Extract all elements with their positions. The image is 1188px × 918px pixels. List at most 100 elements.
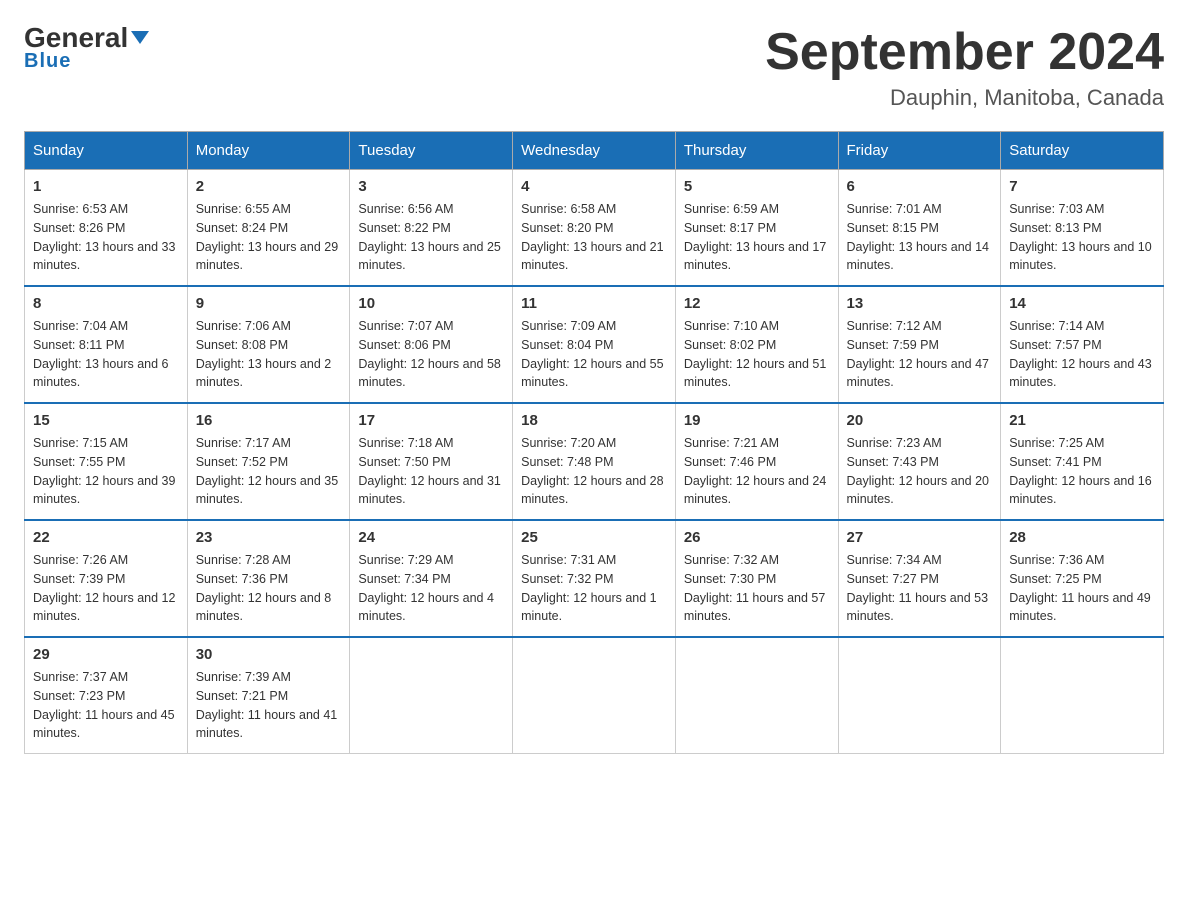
- title-block: September 2024 Dauphin, Manitoba, Canada: [765, 24, 1164, 111]
- table-row: 23 Sunrise: 7:28 AMSunset: 7:36 PMDayligh…: [187, 520, 350, 637]
- day-info: Sunrise: 7:39 AMSunset: 7:21 PMDaylight:…: [196, 668, 342, 743]
- day-info: Sunrise: 7:01 AMSunset: 8:15 PMDaylight:…: [847, 200, 993, 275]
- page-header: General Blue September 2024 Dauphin, Man…: [24, 24, 1164, 111]
- day-number: 23: [196, 529, 342, 546]
- day-info: Sunrise: 7:14 AMSunset: 7:57 PMDaylight:…: [1009, 317, 1155, 392]
- day-number: 27: [847, 529, 993, 546]
- calendar-table: Sunday Monday Tuesday Wednesday Thursday…: [24, 131, 1164, 754]
- header-friday: Friday: [838, 132, 1001, 170]
- calendar-week-row: 8 Sunrise: 7:04 AMSunset: 8:11 PMDaylight…: [25, 286, 1164, 403]
- table-row: [513, 637, 676, 754]
- table-row: 16 Sunrise: 7:17 AMSunset: 7:52 PMDayligh…: [187, 403, 350, 520]
- day-number: 12: [684, 295, 830, 312]
- day-number: 8: [33, 295, 179, 312]
- day-number: 26: [684, 529, 830, 546]
- day-number: 21: [1009, 412, 1155, 429]
- day-info: Sunrise: 7:21 AMSunset: 7:46 PMDaylight:…: [684, 434, 830, 509]
- table-row: 18Sunrise: 7:20 AMSunset: 7:48 PMDayligh…: [513, 403, 676, 520]
- day-info: Sunrise: 7:25 AMSunset: 7:41 PMDaylight:…: [1009, 434, 1155, 509]
- day-info: Sunrise: 7:23 AMSunset: 7:43 PMDaylight:…: [847, 434, 993, 509]
- table-row: 22 Sunrise: 7:26 AMSunset: 7:39 PMDayligh…: [25, 520, 188, 637]
- day-number: 25: [521, 529, 667, 546]
- day-number: 29: [33, 646, 179, 663]
- day-info: Sunrise: 7:28 AMSunset: 7:36 PMDaylight:…: [196, 551, 342, 626]
- day-info: Sunrise: 6:56 AMSunset: 8:22 PMDaylight:…: [358, 200, 504, 275]
- calendar-week-row: 29 Sunrise: 7:37 AMSunset: 7:23 PMDayligh…: [25, 637, 1164, 754]
- table-row: 24 Sunrise: 7:29 AMSunset: 7:34 PMDayligh…: [350, 520, 513, 637]
- logo-blue-text: Blue: [24, 50, 71, 73]
- day-info: Sunrise: 7:15 AMSunset: 7:55 PMDaylight:…: [33, 434, 179, 509]
- table-row: [1001, 637, 1164, 754]
- day-number: 28: [1009, 529, 1155, 546]
- day-number: 19: [684, 412, 830, 429]
- day-number: 11: [521, 295, 667, 312]
- day-info: Sunrise: 7:17 AMSunset: 7:52 PMDaylight:…: [196, 434, 342, 509]
- table-row: 15 Sunrise: 7:15 AMSunset: 7:55 PMDayligh…: [25, 403, 188, 520]
- table-row: 21 Sunrise: 7:25 AMSunset: 7:41 PMDayligh…: [1001, 403, 1164, 520]
- table-row: [350, 637, 513, 754]
- day-number: 13: [847, 295, 993, 312]
- table-row: 12 Sunrise: 7:10 AMSunset: 8:02 PMDayligh…: [675, 286, 838, 403]
- day-info: Sunrise: 6:58 AMSunset: 8:20 PMDaylight:…: [521, 200, 667, 275]
- day-number: 14: [1009, 295, 1155, 312]
- table-row: 8 Sunrise: 7:04 AMSunset: 8:11 PMDaylight…: [25, 286, 188, 403]
- day-number: 10: [358, 295, 504, 312]
- day-info: Sunrise: 7:34 AMSunset: 7:27 PMDaylight:…: [847, 551, 993, 626]
- header-tuesday: Tuesday: [350, 132, 513, 170]
- day-number: 2: [196, 178, 342, 195]
- table-row: 19 Sunrise: 7:21 AMSunset: 7:46 PMDayligh…: [675, 403, 838, 520]
- table-row: [838, 637, 1001, 754]
- day-number: 16: [196, 412, 342, 429]
- table-row: 20 Sunrise: 7:23 AMSunset: 7:43 PMDayligh…: [838, 403, 1001, 520]
- table-row: [675, 637, 838, 754]
- day-info: Sunrise: 7:10 AMSunset: 8:02 PMDaylight:…: [684, 317, 830, 392]
- day-info: Sunrise: 7:18 AMSunset: 7:50 PMDaylight:…: [358, 434, 504, 509]
- table-row: 9Sunrise: 7:06 AMSunset: 8:08 PMDaylight…: [187, 286, 350, 403]
- header-monday: Monday: [187, 132, 350, 170]
- day-info: Sunrise: 7:07 AMSunset: 8:06 PMDaylight:…: [358, 317, 504, 392]
- day-info: Sunrise: 6:55 AMSunset: 8:24 PMDaylight:…: [196, 200, 342, 275]
- month-title: September 2024: [765, 24, 1164, 81]
- table-row: 4Sunrise: 6:58 AMSunset: 8:20 PMDaylight…: [513, 170, 676, 287]
- table-row: 6 Sunrise: 7:01 AMSunset: 8:15 PMDaylight…: [838, 170, 1001, 287]
- location-title: Dauphin, Manitoba, Canada: [765, 85, 1164, 111]
- table-row: 2 Sunrise: 6:55 AMSunset: 8:24 PMDaylight…: [187, 170, 350, 287]
- table-row: 17Sunrise: 7:18 AMSunset: 7:50 PMDayligh…: [350, 403, 513, 520]
- table-row: 25Sunrise: 7:31 AMSunset: 7:32 PMDayligh…: [513, 520, 676, 637]
- calendar-week-row: 22 Sunrise: 7:26 AMSunset: 7:39 PMDayligh…: [25, 520, 1164, 637]
- day-number: 20: [847, 412, 993, 429]
- day-number: 15: [33, 412, 179, 429]
- logo-general-text: General: [24, 24, 149, 52]
- day-number: 7: [1009, 178, 1155, 195]
- day-info: Sunrise: 7:26 AMSunset: 7:39 PMDaylight:…: [33, 551, 179, 626]
- day-number: 6: [847, 178, 993, 195]
- day-info: Sunrise: 7:29 AMSunset: 7:34 PMDaylight:…: [358, 551, 504, 626]
- calendar-week-row: 1 Sunrise: 6:53 AMSunset: 8:26 PMDaylight…: [25, 170, 1164, 287]
- table-row: 30 Sunrise: 7:39 AMSunset: 7:21 PMDayligh…: [187, 637, 350, 754]
- day-number: 5: [684, 178, 830, 195]
- day-number: 1: [33, 178, 179, 195]
- day-number: 30: [196, 646, 342, 663]
- table-row: 1 Sunrise: 6:53 AMSunset: 8:26 PMDaylight…: [25, 170, 188, 287]
- day-info: Sunrise: 6:53 AMSunset: 8:26 PMDaylight:…: [33, 200, 179, 275]
- day-info: Sunrise: 6:59 AMSunset: 8:17 PMDaylight:…: [684, 200, 830, 275]
- table-row: 28Sunrise: 7:36 AMSunset: 7:25 PMDayligh…: [1001, 520, 1164, 637]
- table-row: 14 Sunrise: 7:14 AMSunset: 7:57 PMDayligh…: [1001, 286, 1164, 403]
- table-row: 7 Sunrise: 7:03 AMSunset: 8:13 PMDaylight…: [1001, 170, 1164, 287]
- day-number: 3: [358, 178, 504, 195]
- header-saturday: Saturday: [1001, 132, 1164, 170]
- table-row: 5 Sunrise: 6:59 AMSunset: 8:17 PMDaylight…: [675, 170, 838, 287]
- table-row: 10 Sunrise: 7:07 AMSunset: 8:06 PMDayligh…: [350, 286, 513, 403]
- table-row: 26Sunrise: 7:32 AMSunset: 7:30 PMDayligh…: [675, 520, 838, 637]
- day-info: Sunrise: 7:09 AMSunset: 8:04 PMDaylight:…: [521, 317, 667, 392]
- day-number: 24: [358, 529, 504, 546]
- table-row: 13 Sunrise: 7:12 AMSunset: 7:59 PMDayligh…: [838, 286, 1001, 403]
- header-wednesday: Wednesday: [513, 132, 676, 170]
- day-number: 22: [33, 529, 179, 546]
- day-number: 18: [521, 412, 667, 429]
- day-info: Sunrise: 7:03 AMSunset: 8:13 PMDaylight:…: [1009, 200, 1155, 275]
- day-info: Sunrise: 7:04 AMSunset: 8:11 PMDaylight:…: [33, 317, 179, 392]
- table-row: 11 Sunrise: 7:09 AMSunset: 8:04 PMDayligh…: [513, 286, 676, 403]
- day-info: Sunrise: 7:37 AMSunset: 7:23 PMDaylight:…: [33, 668, 179, 743]
- day-info: Sunrise: 7:12 AMSunset: 7:59 PMDaylight:…: [847, 317, 993, 392]
